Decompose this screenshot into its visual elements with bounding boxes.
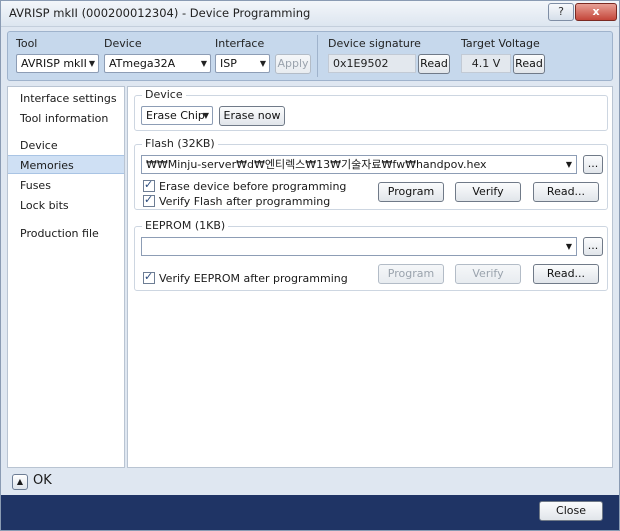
device-action-value: Erase Chip (146, 109, 205, 122)
erase-before-label: Erase device before programming (159, 180, 347, 193)
close-window-button[interactable]: x (575, 3, 617, 21)
sidebar-item-memories[interactable]: Memories (8, 155, 124, 174)
flash-read-button[interactable]: Read... (533, 182, 599, 202)
device-section-legend: Device (142, 88, 186, 101)
signature-value: 0x1E9502 (328, 54, 416, 73)
eeprom-section: EEPROM (1KB) ▼ ... Verify EEPROM after p… (134, 219, 608, 291)
sidebar: Interface settings Tool information Devi… (7, 86, 125, 468)
device-label: Device (104, 37, 142, 50)
eeprom-file-input[interactable]: ▼ (141, 237, 577, 256)
interface-label: Interface (215, 37, 265, 50)
status-bar: ▲ OK (7, 471, 613, 493)
verify-eeprom-checkbox[interactable]: Verify EEPROM after programming (143, 270, 348, 286)
device-action-select[interactable]: Erase Chip ▼ (141, 106, 213, 125)
flash-verify-button[interactable]: Verify (455, 182, 521, 202)
chevron-down-icon: ▼ (202, 111, 209, 120)
chevron-down-icon: ▼ (259, 59, 266, 68)
sidebar-item-interface-settings[interactable]: Interface settings (8, 89, 124, 108)
checkbox-checked-icon (143, 193, 155, 207)
verify-flash-label: Verify Flash after programming (159, 195, 331, 208)
sidebar-item-tool-information[interactable]: Tool information (8, 109, 124, 128)
flash-section: Flash (32KB) ₩₩Minju-server₩d₩엔티렉스₩13₩기술… (134, 137, 608, 210)
checkbox-checked-icon (143, 178, 155, 192)
device-section: Device Erase Chip ▼ Erase now (134, 88, 608, 131)
collapse-up-icon[interactable]: ▲ (12, 474, 28, 490)
flash-browse-button[interactable]: ... (583, 155, 603, 174)
title-bar[interactable]: AVRISP mkII (000200012304) - Device Prog… (1, 1, 619, 27)
eeprom-section-legend: EEPROM (1KB) (142, 219, 229, 232)
apply-button[interactable]: Apply (275, 54, 311, 74)
erase-now-button[interactable]: Erase now (219, 106, 285, 126)
close-button[interactable]: Close (539, 501, 603, 521)
device-programming-window: AVRISP mkII (000200012304) - Device Prog… (0, 0, 620, 531)
sidebar-item-production-file[interactable]: Production file (8, 224, 124, 243)
eeprom-browse-button[interactable]: ... (583, 237, 603, 256)
chevron-down-icon: ▼ (565, 242, 572, 251)
sidebar-item-fuses[interactable]: Fuses (8, 176, 124, 195)
sidebar-item-lock-bits[interactable]: Lock bits (8, 196, 124, 215)
verify-eeprom-label: Verify EEPROM after programming (159, 272, 348, 285)
toolbar: Tool AVRISP mkII ▼ Device ATmega32A ▼ In… (7, 31, 613, 81)
read-voltage-button[interactable]: Read (513, 54, 545, 74)
voltage-label: Target Voltage (461, 37, 540, 50)
erase-before-checkbox[interactable]: Erase device before programming (143, 178, 347, 194)
tool-select[interactable]: AVRISP mkII ▼ (16, 54, 99, 73)
chevron-down-icon: ▼ (200, 59, 207, 68)
checkbox-checked-icon (143, 270, 155, 284)
interface-select[interactable]: ISP ▼ (215, 54, 270, 73)
flash-file-path: ₩₩Minju-server₩d₩엔티렉스₩13₩기술자료₩fw₩handpov… (146, 158, 487, 171)
verify-flash-checkbox[interactable]: Verify Flash after programming (143, 193, 331, 209)
eeprom-program-button[interactable]: Program (378, 264, 444, 284)
device-select[interactable]: ATmega32A ▼ (104, 54, 211, 73)
read-signature-button[interactable]: Read (418, 54, 450, 74)
ok-status-label: OK (33, 473, 52, 488)
tool-select-value: AVRISP mkII (21, 57, 87, 70)
flash-section-legend: Flash (32KB) (142, 137, 218, 150)
tool-label: Tool (16, 37, 38, 50)
toolbar-divider (317, 35, 318, 77)
eeprom-verify-button[interactable]: Verify (455, 264, 521, 284)
help-button[interactable]: ? (548, 3, 574, 21)
signature-label: Device signature (328, 37, 421, 50)
flash-program-button[interactable]: Program (378, 182, 444, 202)
eeprom-read-button[interactable]: Read... (533, 264, 599, 284)
window-title: AVRISP mkII (000200012304) - Device Prog… (9, 6, 311, 20)
voltage-value: 4.1 V (461, 54, 511, 73)
footer-bar: Close (1, 495, 619, 530)
chevron-down-icon: ▼ (88, 59, 95, 68)
chevron-down-icon: ▼ (565, 160, 572, 169)
device-select-value: ATmega32A (109, 57, 176, 70)
sidebar-item-device-information[interactable]: Device information (8, 136, 124, 171)
memories-panel: Device Erase Chip ▼ Erase now Flash (32K… (127, 86, 613, 468)
flash-file-input[interactable]: ₩₩Minju-server₩d₩엔티렉스₩13₩기술자료₩fw₩handpov… (141, 155, 577, 174)
interface-select-value: ISP (220, 57, 237, 70)
